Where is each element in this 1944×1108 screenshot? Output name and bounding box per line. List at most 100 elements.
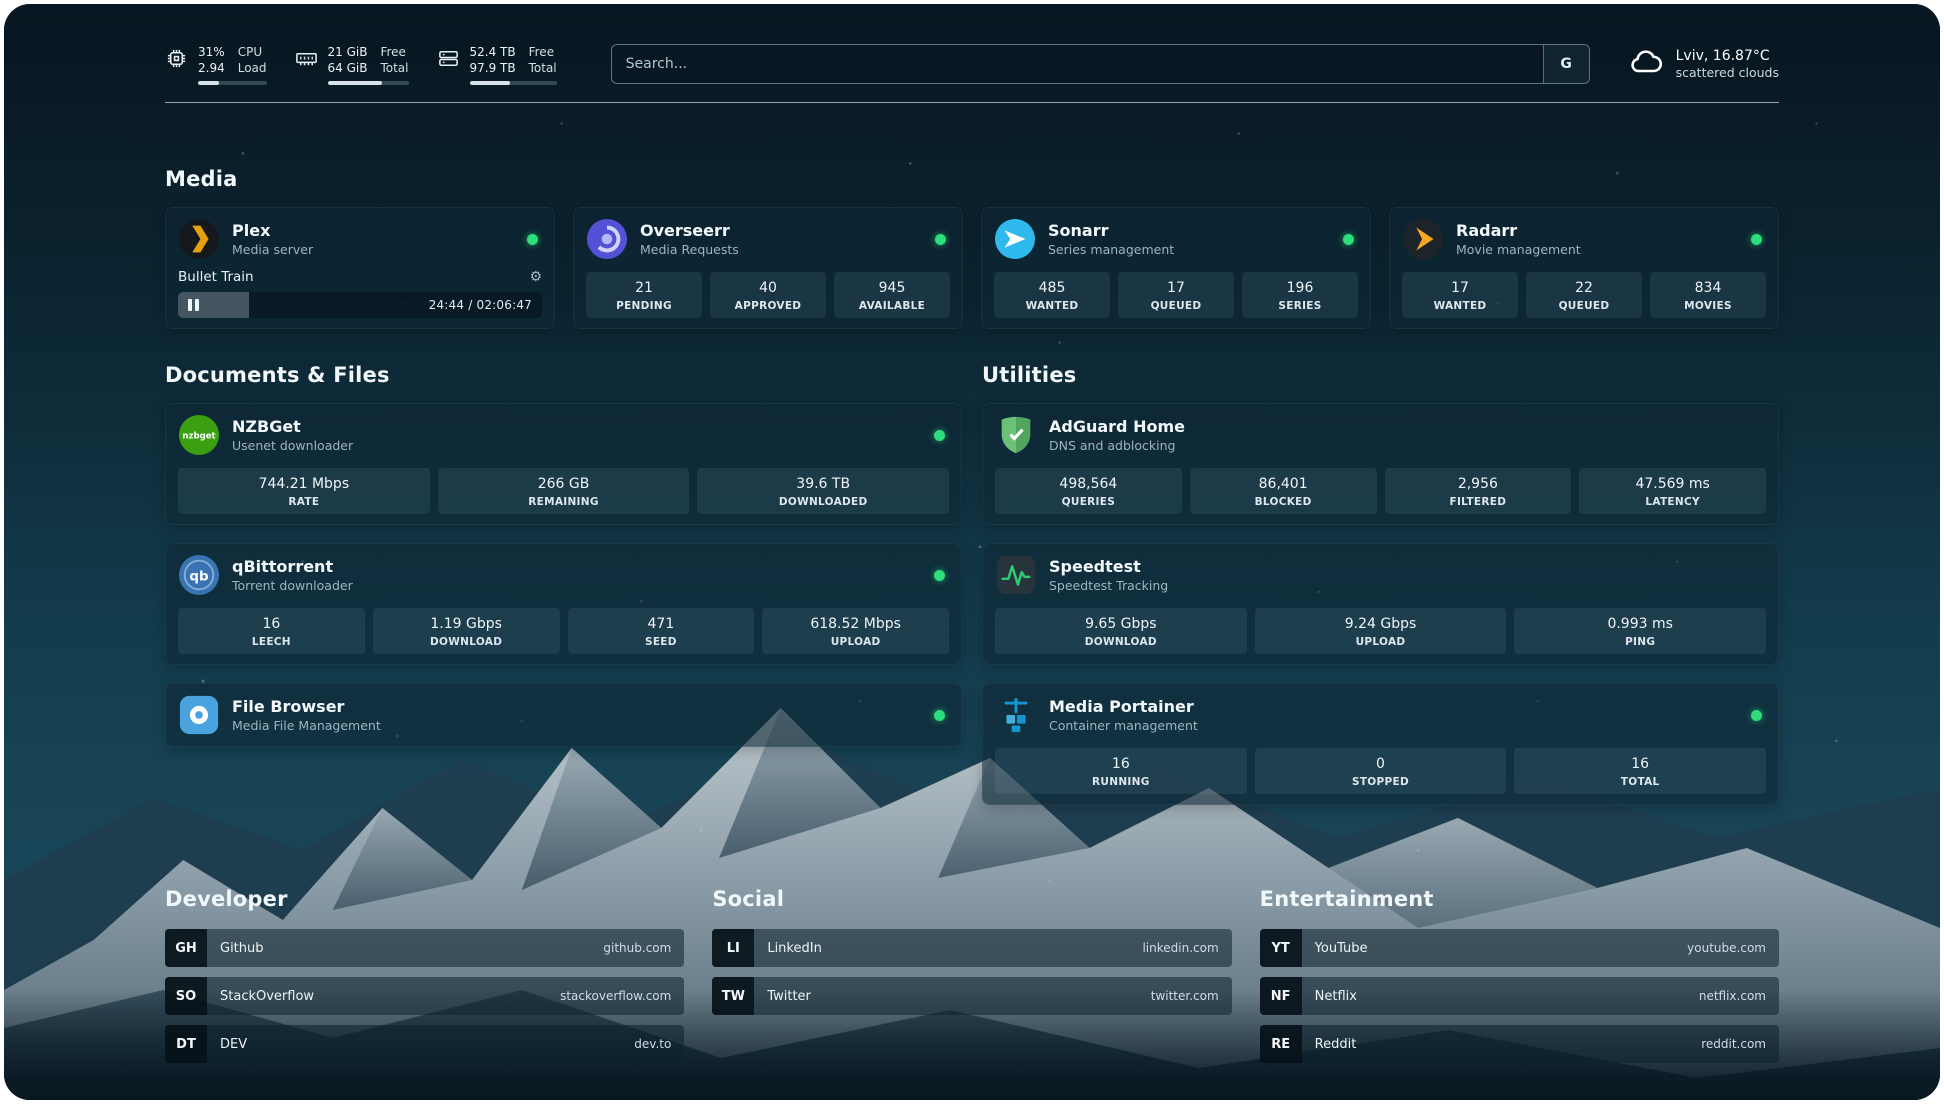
stat-value: 16 [999,755,1243,773]
bookmark-url: dev.to [634,1037,684,1051]
app-name: Media Portainer [1049,697,1198,716]
disk-total-value: 97.9 TB [470,60,516,76]
stat-box: 945 AVAILABLE [834,272,950,318]
app-name: Overseerr [640,221,739,240]
status-indicator [1343,234,1354,245]
bookmark-netflix[interactable]: NF Netflix netflix.com [1260,977,1779,1015]
stat-label: LATENCY [1583,496,1762,508]
app-card-portainer[interactable]: Media Portainer Container management 16 … [982,683,1779,805]
cpu-load-average: 2.94 [198,60,225,76]
stat-box: 17 QUEUED [1118,272,1234,318]
stat-value: 22 [1530,279,1638,297]
app-card-qbittorrent[interactable]: qb qBittorrent Torrent downloader 16 LEE… [165,543,962,665]
cpu-usage-bar [198,81,267,85]
stat-label: LEECH [182,636,361,648]
stat-value: 2,956 [1389,475,1568,493]
cpu-usage-fill [198,81,219,85]
status-indicator [527,234,538,245]
stat-box: 0 STOPPED [1255,748,1507,794]
bookmark-twitter[interactable]: TW Twitter twitter.com [712,977,1231,1015]
disk-widget: 52.4 TB 97.9 TB Free Total [437,44,557,85]
stat-box: 40 APPROVED [710,272,826,318]
sonarr-icon [994,218,1036,260]
pause-icon[interactable] [188,299,199,311]
weather-widget: Lviv, 16.87°C scattered clouds [1628,44,1779,84]
bookmark-url: linkedin.com [1142,941,1231,955]
app-name: AdGuard Home [1049,417,1185,436]
bookmark-stackoverflow[interactable]: SO StackOverflow stackoverflow.com [165,977,684,1015]
search-engine-button[interactable]: G [1543,45,1589,83]
stat-label: PING [1518,636,1762,648]
bookmark-reddit[interactable]: RE Reddit reddit.com [1260,1025,1779,1063]
stat-value: 9.24 Gbps [1259,615,1503,633]
search-input[interactable] [612,45,1543,83]
stat-label: RUNNING [999,776,1243,788]
stat-label: SERIES [1246,300,1354,312]
weather-location: Lviv, 16.87°C [1676,47,1779,65]
section-title-developer: Developer [165,887,684,911]
stat-value: 498,564 [999,475,1178,493]
memory-total-value: 64 GiB [328,60,368,76]
stat-value: 471 [572,615,751,633]
app-card-plex[interactable]: Plex Media server Bullet Train ⚙ 24:44 /… [165,207,555,329]
app-card-radarr[interactable]: Radarr Movie management 17 WANTED 22 QUE… [1389,207,1779,329]
memory-label-bottom: Total [380,60,408,76]
plex-icon [178,218,220,260]
stat-label: DOWNLOAD [999,636,1243,648]
app-card-sonarr[interactable]: Sonarr Series management 485 WANTED 17 Q… [981,207,1371,329]
settings-gear-icon[interactable]: ⚙ [529,269,542,285]
stat-value: 40 [714,279,822,297]
stat-value: 16 [182,615,361,633]
bookmark-name: LinkedIn [754,941,821,956]
stat-box: 17 WANTED [1402,272,1518,318]
app-card-nzbget[interactable]: nzbget NZBGet Usenet downloader 744.21 M… [165,403,962,525]
bookmark-youtube[interactable]: YT YouTube youtube.com [1260,929,1779,967]
nzbget-icon: nzbget [178,414,220,456]
bookmark-linkedin[interactable]: LI LinkedIn linkedin.com [712,929,1231,967]
stat-value: 39.6 TB [701,475,945,493]
bookmark-abbr: LI [712,929,754,967]
stat-box: 86,401 BLOCKED [1190,468,1377,514]
app-card-filebrowser[interactable]: File Browser Media File Management [165,683,962,747]
playback-progress-bar[interactable]: 24:44 / 02:06:47 [178,292,542,318]
media-grid: Plex Media server Bullet Train ⚙ 24:44 /… [165,207,1779,329]
stat-label: SEED [572,636,751,648]
bookmark-abbr: YT [1260,929,1302,967]
bookmark-dev[interactable]: DT DEV dev.to [165,1025,684,1063]
overseerr-icon [586,218,628,260]
bookmark-name: Netflix [1302,989,1357,1004]
search-bar[interactable]: G [611,44,1590,84]
stat-box: 618.52 Mbps UPLOAD [762,608,949,654]
bookmark-github[interactable]: GH Github github.com [165,929,684,967]
header-divider [165,102,1779,103]
bookmark-url: twitter.com [1151,989,1232,1003]
documents-column: Documents & Files nzbget NZBGet Usenet d [165,363,962,823]
stat-value: 618.52 Mbps [766,615,945,633]
stat-value: 744.21 Mbps [182,475,426,493]
stat-label: REMAINING [442,496,686,508]
stat-box: 485 WANTED [994,272,1110,318]
cpu-label-bottom: Load [238,60,267,76]
app-card-adguard[interactable]: AdGuard Home DNS and adblocking 498,564 … [982,403,1779,525]
app-description: Container management [1049,718,1198,734]
svg-text:qb: qb [189,569,208,584]
stat-box: 266 GB REMAINING [438,468,690,514]
stat-label: APPROVED [714,300,822,312]
stat-value: 47.569 ms [1583,475,1762,493]
app-card-speedtest[interactable]: Speedtest Speedtest Tracking 9.65 Gbps D… [982,543,1779,665]
disk-label-top: Free [529,44,557,60]
memory-icon [295,44,318,74]
app-card-overseerr[interactable]: Overseerr Media Requests 21 PENDING 40 A… [573,207,963,329]
app-name: Radarr [1456,221,1581,240]
stat-label: DOWNLOADED [701,496,945,508]
stat-label: UPLOAD [766,636,945,648]
portainer-icon [995,694,1037,736]
memory-widget: 21 GiB 64 GiB Free Total [295,44,409,85]
bookmark-url: stackoverflow.com [560,989,684,1003]
stat-value: 86,401 [1194,475,1373,493]
stat-box: 16 RUNNING [995,748,1247,794]
stat-label: UPLOAD [1259,636,1503,648]
app-description: Movie management [1456,242,1581,258]
section-title-social: Social [712,887,1231,911]
adguard-icon [995,414,1037,456]
